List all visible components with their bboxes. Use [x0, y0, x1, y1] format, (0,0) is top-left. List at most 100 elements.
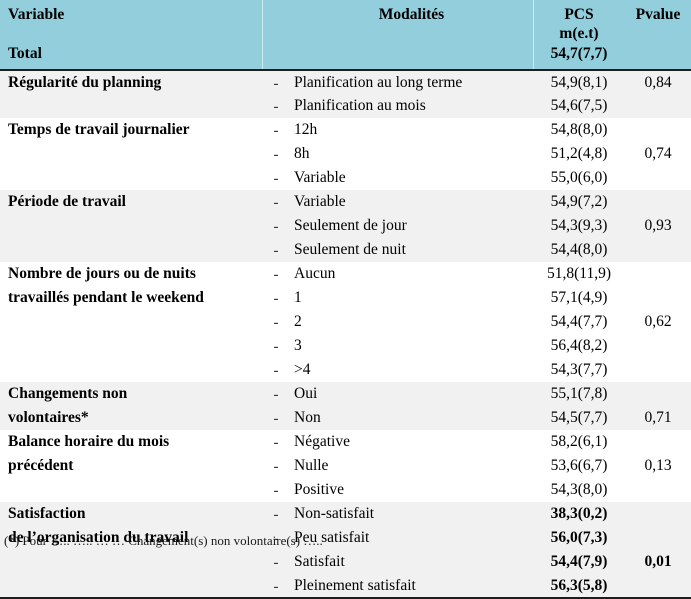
cell-pcs: 55,1(7,8): [533, 381, 625, 406]
cell-modalite: Planification au long terme: [290, 69, 533, 94]
table-row: travaillés pendant le weekend -1 57,1(4,9): [0, 285, 691, 310]
bullet-dash: -: [273, 433, 279, 451]
variable-label: Nombre de jours ou de nuits: [8, 264, 196, 282]
cell-pcs: 53,6(6,7): [533, 453, 625, 478]
cell-pvalue: [625, 573, 691, 599]
cell-pvalue: [625, 165, 691, 190]
pcs-value: 54,3(9,3): [550, 216, 608, 234]
cell-modalite: Pleinement satisfait: [290, 573, 533, 599]
cell-variable: [0, 477, 262, 502]
table-footnote: (*) Pour ….. ….. … … Changement(s) non v…: [4, 534, 323, 548]
cell-pvalue: [625, 285, 691, 310]
cell-pvalue: [625, 381, 691, 406]
modalite-label: Négative: [294, 432, 350, 450]
bullet-dash: -: [273, 409, 279, 427]
header-cell-pcs: PCS m(e.t): [533, 0, 625, 43]
cell-pcs: 54,9(7,2): [533, 189, 625, 214]
pvalue-value: 0,71: [644, 408, 672, 426]
table-row: Régularité du planning - Planification au …: [0, 69, 691, 94]
bullet-dash: -: [273, 121, 279, 139]
cell-variable: Période de travail: [0, 189, 262, 214]
pcs-value: 51,8(11,9): [547, 264, 611, 282]
cell-pvalue: 0,84: [625, 69, 691, 94]
header-label-pvalue: Pvalue: [635, 6, 681, 23]
cell-pcs: 58,2(6,1): [533, 429, 625, 454]
cell-pcs: 54,8(8,0): [533, 117, 625, 142]
cell-modalite: Seulement de nuit: [290, 237, 533, 262]
bullet-dash: -: [273, 577, 279, 595]
variable-label: Balance horaire du mois: [8, 432, 170, 450]
cell-dash: -: [262, 357, 290, 382]
table-row: Nombre de jours ou de nuits - Aucun 51,8(11…: [0, 261, 691, 286]
pcs-value: 54,3(8,0): [550, 480, 608, 498]
cell-variable: [0, 333, 262, 358]
cell-dash: -: [262, 141, 290, 166]
cell-modalite: Aucun: [290, 261, 533, 286]
modalite-label: Planification au mois: [294, 96, 426, 114]
table-row: -3 56,4(8,2): [0, 333, 691, 358]
table-row: précédent - Nulle 53,6(6,7) 0,13: [0, 453, 691, 478]
variable-label: travaillés pendant le weekend: [8, 288, 204, 306]
cell-modalite: Nulle: [290, 453, 533, 478]
cell-dash: -: [262, 285, 290, 310]
cell-dash: -: [262, 189, 290, 214]
cell-modalite: Variable: [290, 189, 533, 214]
table-row: - Planification au mois 54,6(7,5): [0, 93, 691, 118]
bullet-dash: -: [273, 193, 279, 211]
bullet-dash: -: [273, 289, 279, 307]
cell-pvalue: 0,71: [625, 405, 691, 430]
cell-pvalue: [625, 117, 691, 142]
table-body: Régularité du planning - Planification au …: [0, 69, 691, 599]
cell-variable: [0, 165, 262, 190]
cell-pvalue: [625, 237, 691, 262]
cell-pvalue: [625, 189, 691, 214]
table-row: - Seulement de jour 54,3(9,3) 0,93: [0, 213, 691, 238]
modalite-label: Variable: [294, 192, 346, 210]
modalite-label: 12h: [294, 120, 318, 138]
cell-dash: -: [262, 381, 290, 406]
cell-dash: -: [262, 477, 290, 502]
bullet-dash: -: [273, 385, 279, 403]
header-row-total: Total 54,7(7,7): [0, 42, 691, 71]
cell-variable: [0, 309, 262, 334]
cell-dash: -: [262, 93, 290, 118]
variable-label: Temps de travail journalier: [8, 120, 190, 138]
cell-modalite: Variable: [290, 165, 533, 190]
bullet-dash: -: [273, 145, 279, 163]
cell-pcs: 54,4(7,9): [533, 549, 625, 574]
statistics-table: Variable Modalités PCS m(e.t) Pvalue Tot…: [0, 0, 691, 599]
pcs-value: 54,5(7,7): [550, 408, 608, 426]
bullet-dash: -: [273, 265, 279, 283]
cell-pcs: 54,9(8,1): [533, 69, 625, 94]
variable-label: précédent: [8, 456, 74, 474]
pcs-value: 54,8(8,0): [550, 120, 608, 138]
cell-pcs: 56,3(5,8): [533, 573, 625, 599]
table-row: Satisfaction - Non-satisfait 38,3(0,2): [0, 501, 691, 526]
cell-variable: [0, 141, 262, 166]
cell-pvalue: 0,93: [625, 213, 691, 238]
cell-dash: -: [262, 165, 290, 190]
bullet-dash: -: [273, 553, 279, 571]
modalite-label: Positive: [294, 480, 344, 498]
variable-label: Satisfaction: [8, 504, 86, 522]
cell-pvalue: 0,01: [625, 549, 691, 574]
cell-pcs: 56,4(8,2): [533, 333, 625, 358]
cell-modalite: Seulement de jour: [290, 213, 533, 238]
total-cell-modalites: [290, 42, 533, 71]
modalite-label: 3: [294, 336, 302, 354]
modalite-label: Non: [294, 408, 321, 426]
cell-pcs: 54,4(8,0): [533, 237, 625, 262]
cell-modalite: Satisfait: [290, 549, 533, 574]
cell-modalite: Non-satisfait: [290, 501, 533, 526]
bullet-dash: -: [273, 241, 279, 259]
modalite-label: 8h: [294, 144, 310, 162]
cell-modalite: 12h: [290, 117, 533, 142]
bullet-dash: -: [273, 169, 279, 187]
header-label-variable: Variable: [8, 6, 65, 23]
header-label-pcs: PCS: [564, 6, 594, 23]
cell-pcs: 38,3(0,2): [533, 501, 625, 526]
cell-variable: volontaires*: [0, 405, 262, 430]
modalite-label: Seulement de nuit: [294, 240, 406, 258]
cell-modalite: 1: [290, 285, 533, 310]
header-row-main: Variable Modalités PCS m(e.t) Pvalue: [0, 0, 691, 43]
